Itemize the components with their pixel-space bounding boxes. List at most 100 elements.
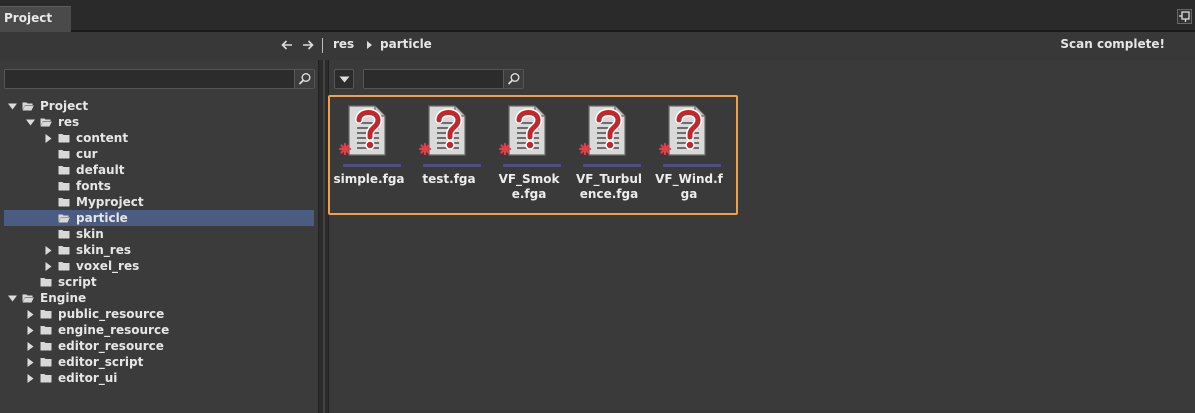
tab-project-label: Project	[4, 11, 53, 25]
tree-search-button[interactable]	[294, 70, 314, 88]
folder-tree: Project res content cur default fonts Myprojec…	[4, 98, 314, 386]
tree-item-label: Engine	[40, 291, 87, 305]
expand-arrow-down-icon[interactable]	[26, 118, 35, 127]
tree-item-skin[interactable]: skin	[4, 226, 314, 242]
toolbar: res particle Scan complete!	[0, 32, 1195, 60]
tree-item-fonts[interactable]: fonts	[4, 178, 314, 194]
file-type-bar	[503, 164, 561, 167]
file-tile[interactable]: VF_Smoke.fga	[493, 103, 573, 203]
chevron-down-icon	[339, 76, 350, 83]
tree-item-editor-ui[interactable]: editor_ui	[4, 370, 314, 386]
folder-icon	[58, 246, 70, 255]
file-type-bar	[343, 164, 401, 167]
file-tile[interactable]: test.fga	[413, 103, 493, 203]
scan-status-text: Scan complete!	[1060, 37, 1165, 51]
tree-item-label: public_resource	[58, 307, 165, 321]
file-name: VF_Smoke.fga	[498, 172, 560, 201]
file-tile[interactable]: VF_Wind.fga	[653, 103, 733, 203]
expand-arrow-right-icon[interactable]	[26, 326, 35, 335]
tree-item-myproject[interactable]: Myproject	[4, 194, 314, 210]
folder-icon	[58, 198, 70, 207]
tree-item-editor-script[interactable]: editor_script	[4, 354, 314, 370]
tree-item-label: res	[58, 115, 80, 129]
tree-item-content[interactable]: content	[4, 130, 314, 146]
tree-item-label: voxel_res	[76, 259, 140, 273]
tree-item-engine[interactable]: Engine	[4, 290, 314, 306]
breadcrumb-item-res[interactable]: res	[333, 37, 354, 51]
unknown-file-icon	[338, 105, 386, 156]
tree-item-label: skin_res	[76, 243, 131, 257]
tree-item-label: particle	[76, 211, 128, 225]
search-icon	[507, 73, 520, 85]
file-type-bar	[663, 164, 721, 167]
expand-arrow-right-icon[interactable]	[26, 310, 35, 319]
file-search-input[interactable]	[367, 71, 499, 87]
tree-item-label: editor_resource	[58, 339, 164, 353]
tree-item-project[interactable]: Project	[4, 98, 314, 114]
tree-item-particle[interactable]: particle	[4, 210, 314, 226]
expand-arrow-down-icon[interactable]	[8, 102, 17, 111]
folder-open-icon	[22, 294, 34, 303]
search-icon	[298, 73, 311, 85]
expand-arrow-right-icon[interactable]	[44, 134, 53, 143]
tree-item-public-resource[interactable]: public_resource	[4, 306, 314, 322]
file-name: VF_Turbulence.fga	[575, 172, 643, 201]
expand-arrow-right-icon[interactable]	[44, 246, 53, 255]
folder-icon	[58, 182, 70, 191]
folder-icon	[40, 342, 52, 351]
breadcrumb-separator	[322, 38, 323, 53]
tree-item-label: engine_resource	[58, 323, 170, 337]
tree-item-skin-res[interactable]: skin_res	[4, 242, 314, 258]
arrow-right-icon[interactable]	[301, 38, 315, 52]
folder-icon	[40, 374, 52, 383]
tree-item-default[interactable]: default	[4, 162, 314, 178]
file-tile[interactable]: simple.fga	[333, 103, 413, 203]
tree-item-script[interactable]: script	[4, 274, 314, 290]
tree-item-engine-resource[interactable]: engine_resource	[4, 322, 314, 338]
tree-item-voxel-res[interactable]: voxel_res	[4, 258, 314, 274]
panel-tab-strip: Project	[0, 0, 1195, 32]
unknown-file-icon	[578, 105, 626, 156]
expand-arrow-down-icon[interactable]	[8, 294, 17, 303]
expand-arrow-right-icon[interactable]	[26, 374, 35, 383]
breadcrumb-item-particle[interactable]: particle	[380, 37, 432, 51]
folder-open-icon	[22, 102, 34, 111]
expand-arrow-right-icon[interactable]	[26, 358, 35, 367]
folder-open-icon	[40, 118, 52, 127]
folder-icon	[58, 262, 70, 271]
tree-item-label: cur	[76, 147, 98, 161]
folder-icon	[40, 358, 52, 367]
pin-icon[interactable]	[1177, 9, 1192, 24]
file-name: simple.fga	[333, 172, 405, 186]
tab-project[interactable]: Project	[0, 6, 71, 32]
folder-icon	[58, 150, 70, 159]
folder-icon	[58, 134, 70, 143]
unknown-file-icon	[658, 105, 706, 156]
tree-search-input[interactable]	[8, 71, 290, 87]
tree-item-label: content	[76, 131, 129, 145]
arrow-left-icon[interactable]	[280, 38, 294, 52]
tree-item-editor-resource[interactable]: editor_resource	[4, 338, 314, 354]
expand-arrow-right-icon[interactable]	[26, 342, 35, 351]
tree-item-label: fonts	[76, 179, 111, 193]
expand-arrow-right-icon[interactable]	[44, 262, 53, 271]
breadcrumb-chevron-icon	[367, 41, 372, 49]
unknown-file-icon	[418, 105, 466, 156]
tree-item-cur[interactable]: cur	[4, 146, 314, 162]
folder-icon	[40, 278, 52, 287]
folder-icon	[58, 230, 70, 239]
file-type-bar	[583, 164, 641, 167]
view-options-dropdown[interactable]	[334, 69, 354, 89]
folder-icon	[40, 310, 52, 319]
file-search-button[interactable]	[503, 70, 523, 88]
tree-item-label: editor_script	[58, 355, 144, 369]
tree-item-res[interactable]: res	[4, 114, 314, 130]
tree-item-label: script	[58, 275, 97, 289]
tree-item-label: default	[76, 163, 125, 177]
file-name: VF_Wind.fga	[655, 172, 723, 201]
file-name: test.fga	[422, 172, 476, 186]
tree-item-label: Project	[40, 99, 89, 113]
tree-search-field[interactable]	[4, 69, 315, 89]
file-tile[interactable]: VF_Turbulence.fga	[573, 103, 653, 203]
file-search-field[interactable]	[363, 69, 524, 89]
